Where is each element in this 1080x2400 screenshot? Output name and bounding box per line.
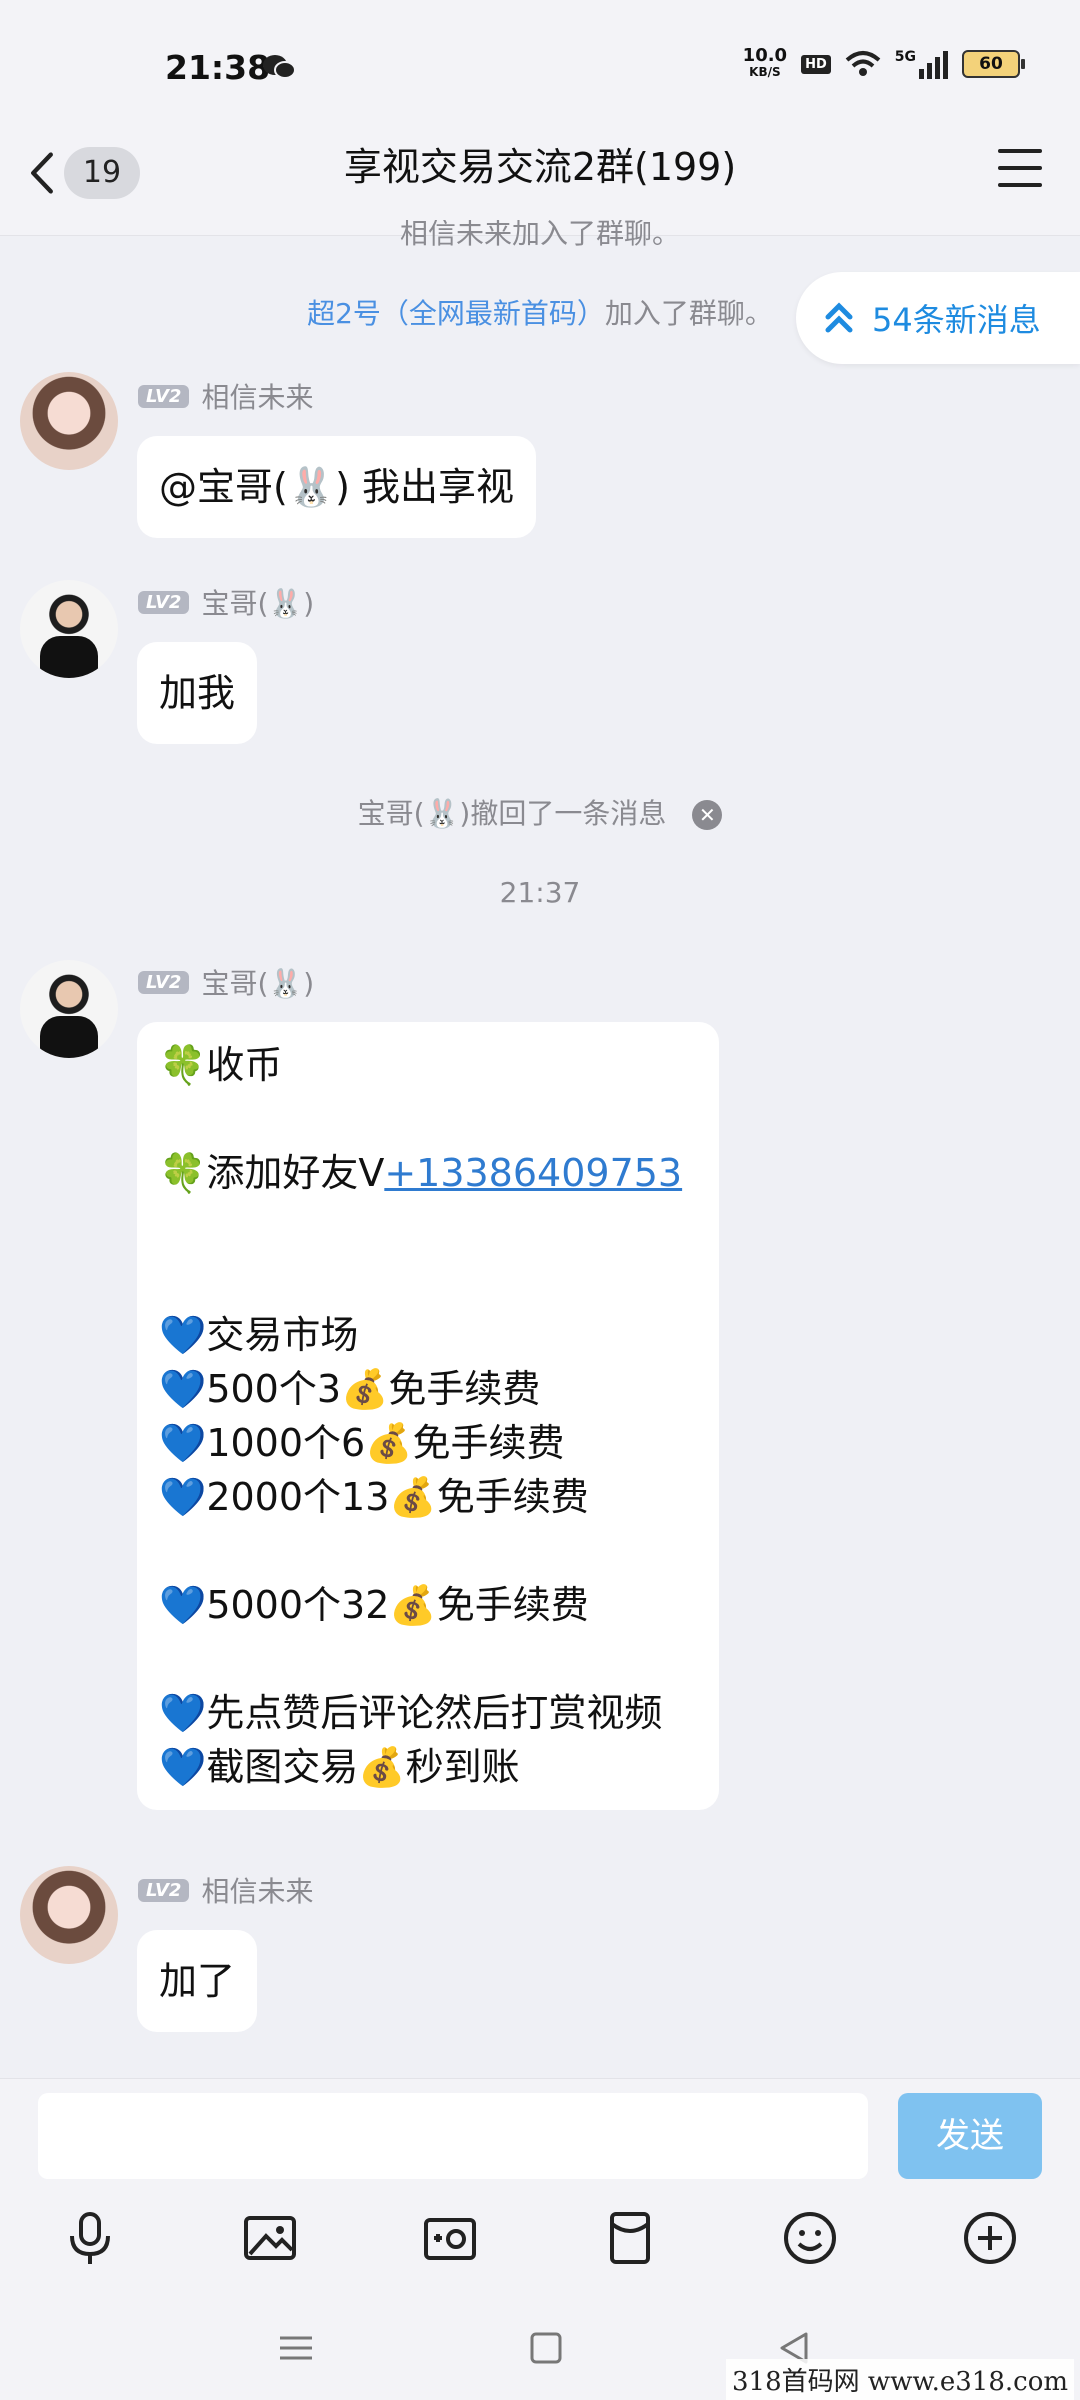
system-message-partial: 相信未来加入了群聊。: [399, 220, 680, 250]
composer-bar: 发送: [0, 2078, 1080, 2185]
message-line: 💙2000个13💰免手续费: [159, 1475, 589, 1519]
message-line: 🍀添加好友V+13386409753: [159, 1151, 683, 1195]
joined-user-link[interactable]: 超2号（全网最新首码）: [307, 297, 605, 330]
home-icon[interactable]: [528, 2330, 564, 2366]
recall-notice: 宝哥(🐰)撤回了一条消息 ✕: [0, 792, 1080, 832]
sender-name[interactable]: 宝哥(🐰): [201, 962, 314, 1002]
recents-icon[interactable]: [278, 2330, 314, 2366]
message-line: [159, 1092, 697, 1146]
microphone-icon[interactable]: [60, 2208, 120, 2268]
timestamp: 21:37: [499, 876, 581, 909]
new-messages-button[interactable]: 54条新消息: [796, 272, 1080, 364]
menu-button[interactable]: [998, 149, 1042, 189]
message-line: [159, 1524, 697, 1578]
wifi-icon: [845, 51, 881, 76]
hd-badge: HD: [801, 54, 831, 74]
new-messages-label: 54条新消息: [872, 301, 1041, 339]
avatar[interactable]: [20, 372, 118, 470]
phone-link[interactable]: +13386409753: [384, 1151, 682, 1195]
level-badge: LV2: [138, 384, 190, 408]
image-icon[interactable]: [240, 2208, 300, 2268]
message-line: 💙交易市场: [159, 1313, 359, 1357]
input-toolbar: [0, 2184, 1080, 2294]
message-line: 💙500个3💰免手续费: [159, 1367, 541, 1411]
double-chevron-up-icon: [825, 302, 853, 333]
message-line: [159, 1200, 697, 1308]
message-bubble[interactable]: 加我: [137, 642, 258, 744]
send-button[interactable]: 发送: [898, 2093, 1042, 2179]
sender-meta: LV2 宝哥(🐰): [138, 962, 314, 1002]
wechat-icon: [263, 55, 296, 79]
message-input[interactable]: [38, 2093, 868, 2179]
status-bar: 21:38 10.0 KB/S HD 5G 60: [0, 0, 1080, 135]
sender-name[interactable]: 相信未来: [201, 376, 313, 416]
message-bubble-long[interactable]: 🍀收币 🍀添加好友V+13386409753 💙交易市场 💙500个3💰免手续费…: [137, 1022, 719, 1810]
message-line: 🍀收币: [159, 1043, 283, 1087]
sender-meta: LV2 相信未来: [138, 1870, 313, 1910]
avatar[interactable]: [20, 960, 118, 1058]
message-line: 💙截图交易💰秒到账: [159, 1745, 520, 1789]
level-badge: LV2: [138, 590, 190, 614]
plus-icon[interactable]: [960, 2208, 1020, 2268]
sender-name[interactable]: 宝哥(🐰): [201, 582, 314, 622]
cell-signal-icon: 5G: [895, 49, 948, 79]
emoji-icon[interactable]: [780, 2208, 840, 2268]
net-speed: 10.0 KB/S: [742, 45, 788, 80]
sender-name[interactable]: 相信未来: [201, 1870, 313, 1910]
page-title: 享视交易交流2群(199): [343, 145, 737, 189]
level-badge: LV2: [138, 1878, 190, 1902]
watermark: 318首码网 www.e318.com: [726, 2359, 1074, 2400]
level-badge: LV2: [138, 970, 190, 994]
camera-icon[interactable]: [420, 2208, 480, 2268]
message-line: 💙1000个6💰免手续费: [159, 1421, 565, 1465]
avatar[interactable]: [20, 1866, 118, 1964]
red-packet-icon[interactable]: [600, 2208, 660, 2268]
message-line: [159, 1632, 697, 1686]
status-time: 21:38: [165, 48, 271, 87]
avatar[interactable]: [20, 580, 118, 678]
message-line: 💙5000个32💰免手续费: [159, 1583, 589, 1627]
battery-icon: 60: [962, 50, 1025, 78]
message-line: 💙先点赞后评论然后打赏视频: [159, 1691, 663, 1735]
sender-meta: LV2 相信未来: [138, 376, 313, 416]
message-list[interactable]: 相信未来加入了群聊。 超2号（全网最新首码）加入了群聊。 54条新消息 LV2 …: [0, 220, 1080, 2080]
message-bubble[interactable]: 加了: [137, 1930, 258, 2032]
sender-meta: LV2 宝哥(🐰): [138, 582, 314, 622]
close-icon[interactable]: ✕: [692, 800, 723, 830]
message-bubble[interactable]: @宝哥(🐰) 我出享视: [137, 436, 537, 538]
